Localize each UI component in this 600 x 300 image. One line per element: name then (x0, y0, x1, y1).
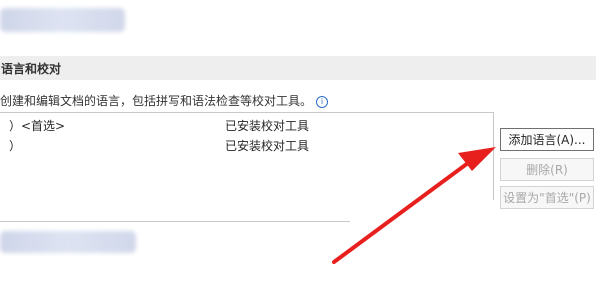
section-header: 语言和校对 (0, 56, 596, 80)
list-item[interactable]: ）<首选> 已安装校对工具 (0, 117, 493, 135)
proofing-status: 已安装校对工具 (225, 139, 310, 153)
blurred-label (0, 231, 136, 253)
set-preferred-button[interactable]: 设置为"首选"(P) (500, 186, 594, 209)
section-description: 创建和编辑文档的语言，包括拼写和语法检查等校对工具。 i (0, 92, 329, 109)
add-language-button[interactable]: 添加语言(A)... (500, 128, 594, 151)
info-icon[interactable]: i (316, 96, 329, 108)
description-text: 创建和编辑文档的语言，包括拼写和语法检查等校对工具。 (0, 94, 313, 108)
section-title: 语言和校对 (1, 62, 62, 76)
delete-language-button[interactable]: 删除(R) (500, 158, 594, 181)
cropped-region (350, 200, 510, 240)
language-name: ） (9, 139, 22, 153)
proofing-status: 已安装校对工具 (225, 119, 310, 133)
language-name: ）<首选> (9, 119, 66, 133)
blurred-heading (0, 8, 125, 32)
list-item[interactable]: ） 已安装校对工具 (0, 137, 493, 155)
